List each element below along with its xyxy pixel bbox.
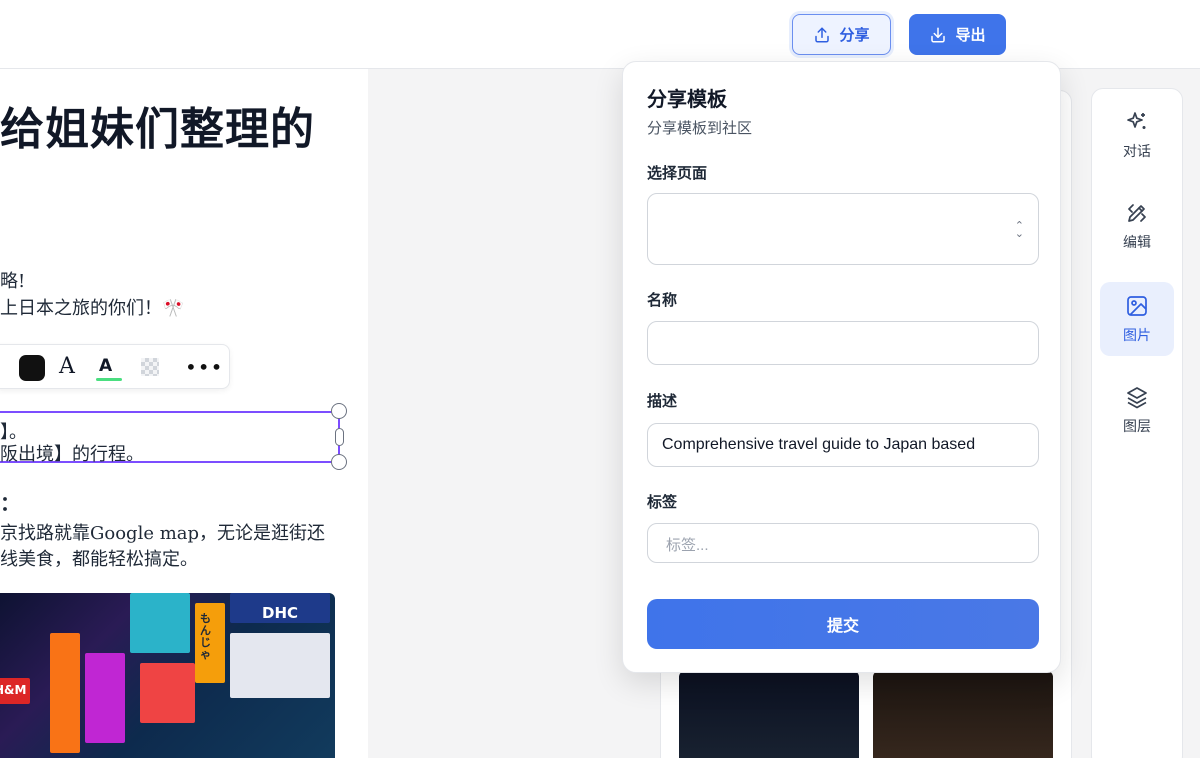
- export-button-label: 导出: [955, 27, 986, 44]
- rail-item-label: 对话: [1123, 142, 1151, 159]
- transparency-icon[interactable]: [141, 358, 159, 376]
- top-bar: 分享 导出: [0, 0, 1200, 69]
- font-family-button[interactable]: A: [59, 354, 75, 379]
- resize-handle-bottom-right[interactable]: [331, 454, 347, 470]
- tokyo-street-photo[interactable]: DHC H&M もんじゃ: [0, 593, 335, 758]
- share-button-label: 分享: [839, 27, 870, 44]
- image-thumbnail[interactable]: [679, 671, 859, 758]
- image-icon: [1127, 295, 1147, 316]
- submit-button-label: 提交: [826, 618, 859, 635]
- photo-sign: [85, 653, 125, 743]
- doc-text-line[interactable]: 线美食，都能轻松搞定。: [0, 545, 198, 571]
- name-input[interactable]: [647, 321, 1039, 365]
- photo-sign-text: もんじゃ: [200, 612, 211, 661]
- photo-sign-text: H&M: [0, 683, 27, 697]
- doc-text-line[interactable]: 上日本之旅的你们！🎌: [0, 294, 184, 320]
- photo-sign: [230, 633, 330, 698]
- layers-icon: [1127, 386, 1147, 408]
- rail-item-label: 图层: [1123, 417, 1151, 434]
- page-select-label: 选择页面: [647, 165, 708, 182]
- description-label: 描述: [647, 393, 678, 410]
- pencil-ruler-icon: [1128, 203, 1146, 222]
- description-input[interactable]: Comprehensive travel guide to Japan base…: [647, 423, 1039, 467]
- chevron-up-down-icon: ⌃ ⌄: [1014, 220, 1024, 240]
- rail-item-images[interactable]: 图片: [1100, 282, 1174, 356]
- rail-item-edit[interactable]: 编辑: [1100, 189, 1174, 263]
- resize-handle-right[interactable]: [335, 428, 344, 446]
- share-button[interactable]: 分享: [792, 14, 891, 55]
- resize-handle-top-right[interactable]: [331, 403, 347, 419]
- right-tool-rail: 对话 编辑 图片 图层: [1091, 88, 1183, 758]
- photo-sign-text: DHC: [262, 604, 299, 622]
- rail-item-label: 图片: [1123, 326, 1151, 343]
- share-template-dialog: 分享模板 分享模板到社区 选择页面 ⌃ ⌄ 名称 描述 Comprehensive…: [622, 61, 1061, 673]
- dialog-title: 分享模板: [647, 89, 727, 111]
- more-icon[interactable]: •••: [185, 355, 223, 379]
- upload-icon: [815, 27, 830, 42]
- doc-heading[interactable]: ：: [0, 487, 20, 516]
- description-input-value: Comprehensive travel guide to Japan base…: [662, 436, 976, 453]
- image-thumbnail[interactable]: [873, 671, 1053, 758]
- text-color-indicator: [96, 378, 122, 381]
- tags-input-placeholder: 标签...: [666, 537, 709, 554]
- download-icon: [931, 27, 946, 42]
- doc-text-line[interactable]: 京找路就靠Google map，无论是逛街还: [0, 519, 325, 545]
- submit-button[interactable]: 提交: [647, 599, 1039, 649]
- text-color-swatch[interactable]: [19, 355, 45, 381]
- photo-sign: [140, 663, 195, 723]
- dialog-subtitle: 分享模板到社区: [647, 120, 753, 137]
- tags-input[interactable]: 标签...: [647, 523, 1039, 563]
- doc-text-line[interactable]: 阪出境】的行程。: [0, 440, 144, 466]
- name-label: 名称: [647, 292, 678, 309]
- rail-item-label: 编辑: [1123, 233, 1151, 250]
- text-format-toolbar: A A •••: [0, 344, 230, 389]
- document-title[interactable]: 给姐妹们整理的: [0, 93, 315, 157]
- doc-text-line[interactable]: 略!: [0, 267, 25, 293]
- export-button[interactable]: 导出: [909, 14, 1006, 55]
- rail-item-layers[interactable]: 图层: [1100, 373, 1174, 447]
- tags-label: 标签: [647, 494, 678, 511]
- photo-sign: [50, 633, 80, 753]
- text-color-button[interactable]: A: [99, 356, 112, 376]
- photo-sign: [130, 593, 190, 653]
- sparkles-icon: [1127, 111, 1146, 129]
- page-select[interactable]: ⌃ ⌄: [647, 193, 1039, 265]
- document-canvas[interactable]: 给姐妹们整理的 略! 上日本之旅的你们！🎌 A A ••• 】。 阪出境】的行程…: [0, 69, 368, 758]
- rail-item-chat[interactable]: 对话: [1100, 98, 1174, 172]
